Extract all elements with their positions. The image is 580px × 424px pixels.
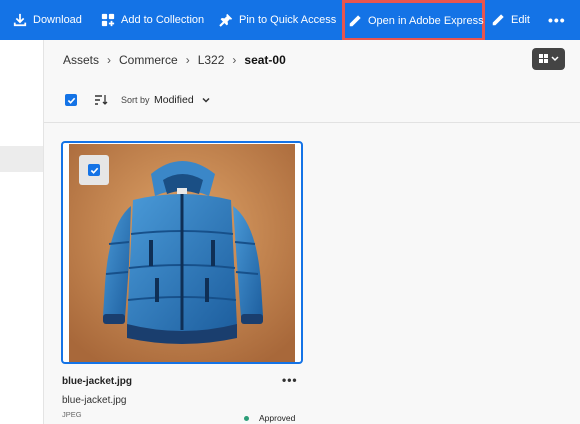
asset-select-checkbox[interactable] [79,155,109,185]
edit-label: Edit [511,14,530,26]
breadcrumb-current: seat-00 [244,53,286,67]
download-label: Download [33,14,82,26]
asset-more-button[interactable]: ••• [282,373,298,387]
pin-label: Pin to Quick Access [239,14,337,26]
view-switcher-button[interactable] [532,48,565,70]
asset-type: JPEG [62,410,82,419]
download-button[interactable]: Download [13,0,82,40]
checkmark-icon [67,97,75,104]
more-actions-button[interactable]: ••• [548,0,566,40]
pin-icon [219,13,233,27]
checkbox-box [88,164,100,176]
add-to-collection-button[interactable]: Add to Collection [101,0,204,40]
breadcrumb-separator-icon: › [232,53,237,67]
status-label: Approved [259,413,296,423]
more-icon: ••• [548,12,566,28]
open-in-adobe-express-button[interactable]: Open in Adobe Express [342,0,485,41]
sort-order-icon[interactable] [94,93,108,107]
left-rail-item[interactable] [0,146,43,172]
add-to-collection-icon [101,13,115,27]
breadcrumb-separator-icon: › [107,53,112,67]
open-express-label: Open in Adobe Express [368,14,484,27]
sort-field-dropdown[interactable]: Modified [154,94,194,106]
toolbar-divider [44,122,580,123]
main-content: Assets › Commerce › L322 › seat-00 Sort … [44,40,580,424]
chevron-down-icon[interactable] [201,95,211,105]
grid-view-icon [538,54,559,63]
checkmark-icon [90,167,98,174]
pin-to-quick-access-button[interactable]: Pin to Quick Access [219,0,336,40]
asset-filename: blue-jacket.jpg [62,395,127,406]
pencil-icon [349,14,361,26]
sort-by-label: Sort by [121,95,150,105]
action-bar: Download Add to Collection Pin to Quick … [0,0,580,41]
status-badge: Approved [244,413,295,423]
edit-pencil-icon [492,14,504,26]
breadcrumb-item-commerce[interactable]: Commerce [119,53,178,67]
toolbar: Sort by Modified [44,92,580,122]
select-all-checkbox[interactable] [65,94,77,106]
add-to-collection-label: Add to Collection [121,14,205,26]
edit-button[interactable]: Edit [491,0,530,40]
asset-title[interactable]: blue-jacket.jpg [62,376,132,387]
status-dot-icon [244,415,249,421]
breadcrumb-item-l322[interactable]: L322 [198,53,225,67]
breadcrumb: Assets › Commerce › L322 › seat-00 [63,53,286,67]
asset-thumbnail [69,144,295,362]
breadcrumb-item-assets[interactable]: Assets [63,53,99,67]
left-rail [0,40,44,424]
asset-card[interactable] [61,141,303,364]
download-icon [13,13,27,27]
breadcrumb-separator-icon: › [185,53,190,67]
